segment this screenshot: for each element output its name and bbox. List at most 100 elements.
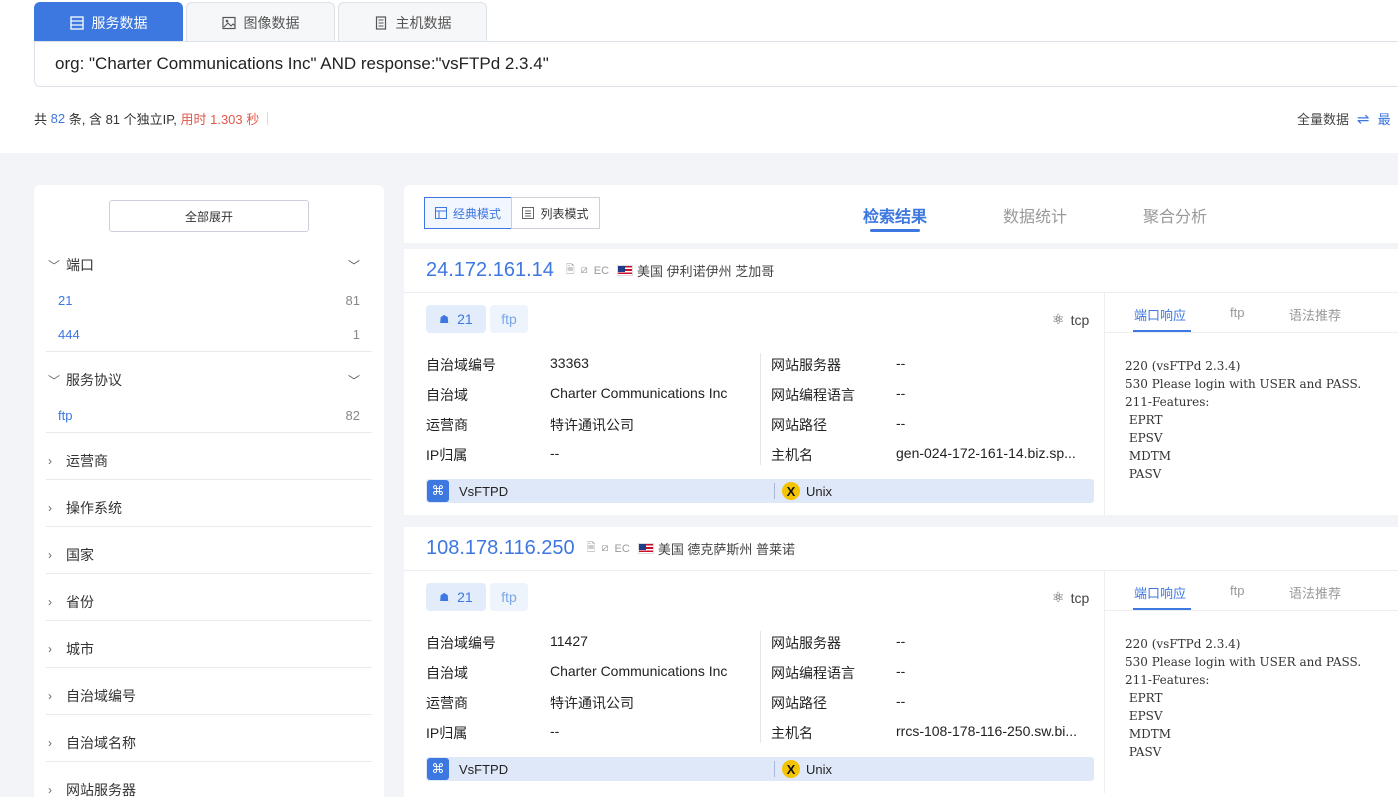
screenshot-icon[interactable]: ⧄ bbox=[581, 264, 588, 277]
filter-group-as-name[interactable]: › 自治域名称 bbox=[48, 732, 372, 754]
stats-prefix: 共 bbox=[34, 112, 48, 127]
command-icon: ⌘ bbox=[427, 480, 449, 502]
os-name: Unix bbox=[806, 761, 833, 777]
port-number: 21 bbox=[457, 311, 473, 327]
search-header: 服务数据 图像数据 主机数据 org: "Charter Communicati… bbox=[0, 0, 1398, 153]
ec-icon[interactable]: EC bbox=[594, 265, 609, 277]
protocol-badge[interactable]: ftp bbox=[490, 583, 528, 611]
filter-item-count: 81 bbox=[345, 292, 360, 308]
filter-group-label: 自治域名称 bbox=[66, 735, 136, 751]
ip-owner-label: IP归属 bbox=[426, 725, 468, 741]
expand-all-button[interactable]: 全部展开 bbox=[109, 200, 309, 232]
grid-icon bbox=[434, 207, 447, 219]
hostname-value[interactable]: rrcs-108-178-116-250.sw.bi... bbox=[896, 723, 1077, 739]
full-data-label: 全量数据 bbox=[1297, 112, 1350, 127]
divider bbox=[46, 479, 372, 480]
filter-group-label: 国家 bbox=[66, 547, 94, 563]
card-actions: 🗎 ⧄ EC bbox=[587, 539, 630, 558]
tab-label: 图像数据 bbox=[243, 14, 300, 31]
card-actions: 🗎 ⧄ EC bbox=[566, 261, 609, 280]
unix-icon: X bbox=[782, 760, 800, 778]
response-tabs: 端口响应 ftp 语法推荐 bbox=[1105, 293, 1398, 333]
os-tag[interactable]: X Unix bbox=[782, 482, 832, 500]
filter-group-port[interactable]: ﹀ 端口 ﹀ bbox=[48, 254, 372, 276]
us-flag-icon bbox=[637, 543, 654, 554]
port-badge[interactable]: ☗ 21 bbox=[426, 305, 486, 333]
isp-value[interactable]: 特许通讯公司 bbox=[550, 415, 634, 435]
ip-owner-value: -- bbox=[550, 723, 560, 739]
divider bbox=[760, 353, 761, 465]
filter-group-os[interactable]: › 操作系统 bbox=[48, 497, 372, 519]
tab-syntax-suggest[interactable]: 语法推荐 bbox=[1289, 583, 1341, 602]
divider bbox=[46, 432, 372, 433]
tab-port-response[interactable]: 端口响应 bbox=[1134, 583, 1186, 602]
tab-data-statistics[interactable]: 数据统计 bbox=[1003, 203, 1067, 227]
web-path-label: 网站路径 bbox=[771, 417, 827, 433]
search-query-input[interactable]: org: "Charter Communications Inc" AND re… bbox=[34, 41, 1398, 87]
filter-group-label: 操作系统 bbox=[66, 500, 122, 516]
ip-owner-label: IP归属 bbox=[426, 447, 468, 463]
ip-link[interactable]: 108.178.116.250 bbox=[426, 537, 575, 560]
tech-name[interactable]: VsFTPD bbox=[459, 484, 508, 499]
filter-group-city[interactable]: › 城市 bbox=[48, 638, 372, 660]
swap-icon: ⇌ bbox=[1357, 110, 1370, 128]
ip-link[interactable]: 24.172.161.14 bbox=[426, 259, 554, 282]
document-icon[interactable]: 🗎 bbox=[566, 261, 575, 280]
port-badge[interactable]: ☗ 21 bbox=[426, 583, 486, 611]
mode-label: 经典模式 bbox=[452, 206, 501, 221]
filter-item-ftp[interactable]: ftp 82 bbox=[58, 404, 360, 426]
image-icon bbox=[221, 16, 236, 29]
tab-service-data[interactable]: 服务数据 bbox=[34, 2, 183, 42]
tab-search-results[interactable]: 检索结果 bbox=[863, 203, 927, 227]
tab-ftp[interactable]: ftp bbox=[1230, 583, 1244, 598]
result-card: 24.172.161.14 🗎 ⧄ EC 美国 伊利诺伊州 芝加哥 ☗ 21 ft… bbox=[404, 249, 1398, 515]
tab-syntax-suggest[interactable]: 语法推荐 bbox=[1289, 305, 1341, 324]
filter-group-web-server[interactable]: › 网站服务器 bbox=[48, 779, 372, 797]
full-data-toggle[interactable]: 全量数据 ⇌ 最 bbox=[1297, 109, 1391, 128]
location-text: 美国 德克萨斯州 普莱诺 bbox=[657, 542, 796, 557]
as-name-label: 自治域 bbox=[426, 387, 468, 403]
tab-ftp[interactable]: ftp bbox=[1230, 305, 1244, 320]
filter-group-province[interactable]: › 省份 bbox=[48, 591, 372, 613]
result-stats: 共 82 条, 含 81 个独立IP, 用时 1.303 秒 bbox=[34, 109, 269, 128]
tab-aggregate-analysis[interactable]: 聚合分析 bbox=[1143, 203, 1207, 227]
response-banner: 220 (vsFTPd 2.3.4) 530 Please login with… bbox=[1125, 637, 1362, 759]
web-server-label: 网站服务器 bbox=[771, 635, 841, 651]
filter-item-444[interactable]: 444 1 bbox=[58, 323, 360, 345]
divider bbox=[46, 667, 372, 668]
asn-value[interactable]: 33363 bbox=[550, 355, 589, 371]
filter-group-protocol[interactable]: ﹀ 服务协议 ﹀ bbox=[48, 369, 372, 391]
chevron-right-icon: › bbox=[48, 689, 52, 703]
tab-port-response[interactable]: 端口响应 bbox=[1134, 305, 1186, 324]
as-name-value[interactable]: Charter Communications Inc bbox=[550, 663, 727, 679]
tab-host-data[interactable]: 主机数据 bbox=[338, 2, 487, 42]
filter-group-isp[interactable]: › 运营商 bbox=[48, 450, 372, 472]
os-tag[interactable]: X Unix bbox=[782, 760, 832, 778]
asn-value[interactable]: 11427 bbox=[550, 633, 588, 649]
filter-group-country[interactable]: › 国家 bbox=[48, 544, 372, 566]
port-icon: ☗ bbox=[439, 313, 450, 326]
transport-label: ⚛ tcp bbox=[1052, 311, 1089, 328]
tab-image-data[interactable]: 图像数据 bbox=[186, 2, 335, 42]
list-mode-button[interactable]: 列表模式 bbox=[511, 197, 600, 229]
ec-icon[interactable]: EC bbox=[615, 543, 630, 555]
asn-label: 自治域编号 bbox=[426, 357, 496, 373]
hostname-value[interactable]: gen-024-172-161-14.biz.sp... bbox=[896, 445, 1076, 461]
list-icon bbox=[522, 207, 535, 219]
web-lang-value: -- bbox=[896, 663, 906, 679]
classic-mode-button[interactable]: 经典模式 bbox=[424, 197, 512, 229]
tab-label: 服务数据 bbox=[91, 14, 148, 31]
web-server-value: -- bbox=[896, 633, 906, 649]
asn-label: 自治域编号 bbox=[426, 635, 496, 651]
as-name-value[interactable]: Charter Communications Inc bbox=[550, 385, 727, 401]
protocol-badge[interactable]: ftp bbox=[490, 305, 528, 333]
divider bbox=[267, 112, 269, 125]
filter-item-21[interactable]: 21 81 bbox=[58, 289, 360, 311]
document-icon[interactable]: 🗎 bbox=[587, 539, 596, 558]
chevron-right-icon: › bbox=[48, 642, 52, 656]
screenshot-icon[interactable]: ⧄ bbox=[602, 542, 609, 555]
tech-name[interactable]: VsFTPD bbox=[459, 762, 508, 777]
filter-group-asn[interactable]: › 自治域编号 bbox=[48, 685, 372, 707]
us-flag-icon bbox=[617, 265, 634, 276]
isp-value[interactable]: 特许通讯公司 bbox=[550, 693, 634, 713]
